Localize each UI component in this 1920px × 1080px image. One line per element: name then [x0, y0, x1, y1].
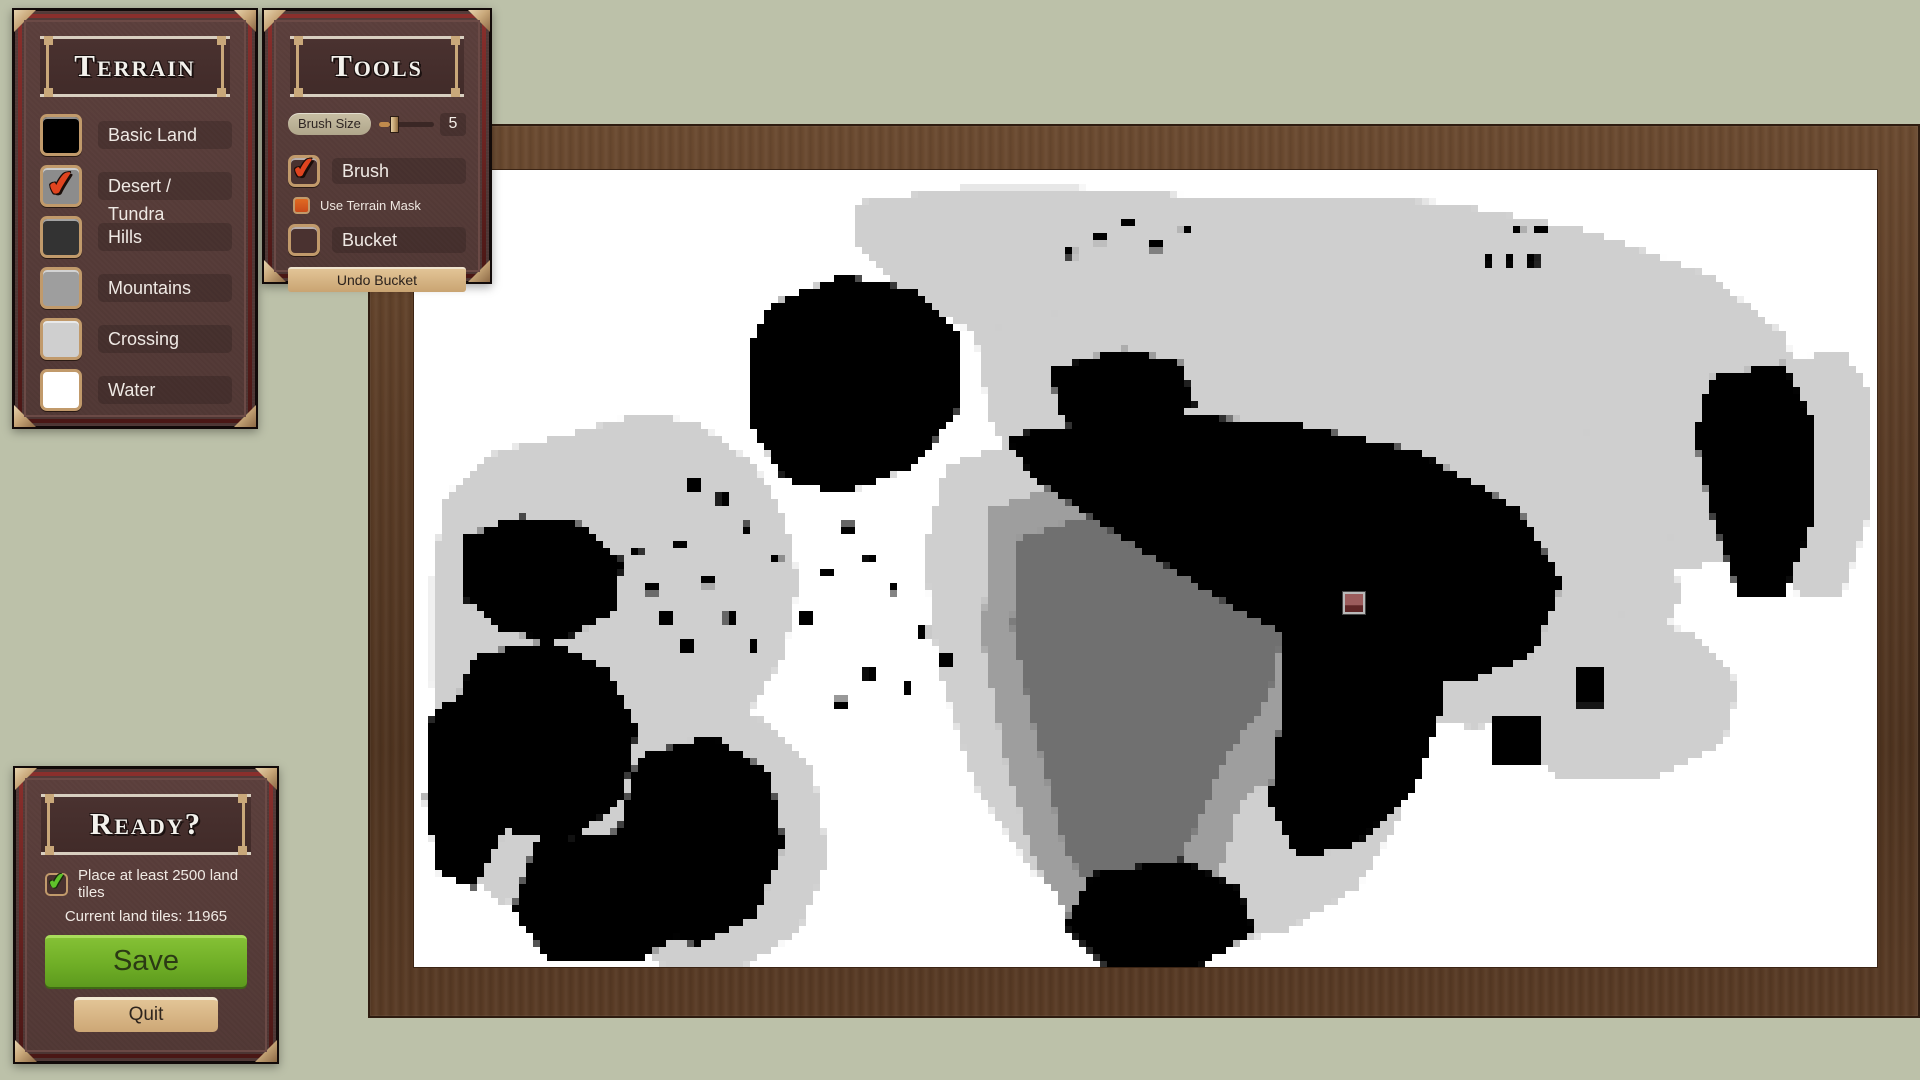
banner-tick-icon: [294, 36, 303, 45]
terrain-swatch[interactable]: [40, 317, 82, 360]
requirement-label: Place at least 2500 land tiles: [78, 867, 239, 901]
tools-title-banner: Tools: [290, 36, 464, 97]
current-land-tiles-label: Current land tiles: 11965: [64, 908, 228, 925]
terrain-swatch[interactable]: ✔: [40, 163, 82, 207]
terrain-swatch[interactable]: [40, 113, 82, 156]
banner-tick-icon: [45, 846, 54, 855]
tool-option-brush[interactable]: ✔ Brush: [288, 151, 466, 191]
banner-tick-icon: [44, 88, 53, 97]
requirement-row: ✔ Place at least 2500 land tiles: [45, 867, 253, 901]
map-canvas[interactable]: [414, 170, 1877, 967]
banner-tick-icon: [238, 794, 247, 803]
tools-panel-title: Tools: [331, 48, 423, 83]
ready-panel: Ready? ✔ Place at least 2500 land tiles …: [13, 766, 279, 1064]
map-viewport[interactable]: [413, 169, 1878, 968]
banner-tick-icon: [44, 36, 53, 45]
map-frame: [368, 124, 1920, 1018]
app-root: Terrain Basic Land ✔ Desert / Tundra Hills M…: [0, 0, 1920, 1080]
slider-fill: [378, 122, 391, 127]
terrain-list: Basic Land ✔ Desert / Tundra Hills Mountains…: [38, 109, 232, 415]
checkmark-icon: ✔: [45, 867, 68, 895]
terrain-item-label: Crossing: [98, 324, 232, 353]
banner-tick-icon: [238, 846, 247, 855]
quit-button[interactable]: Quit: [74, 997, 218, 1032]
terrain-item-label: Water: [98, 375, 232, 404]
ready-title-banner: Ready?: [41, 794, 251, 855]
terrain-item-water[interactable]: Water: [38, 364, 232, 415]
banner-tick-icon: [217, 36, 226, 45]
ready-panel-title: Ready?: [89, 806, 203, 841]
requirement-checkbox: ✔: [45, 867, 68, 896]
brush-size-row: Brush Size 5: [288, 109, 466, 139]
ready-panel-body: Ready? ✔ Place at least 2500 land tiles …: [25, 778, 267, 1052]
checkmark-icon: ✔: [290, 151, 318, 186]
terrain-panel: Terrain Basic Land ✔ Desert / Tundra Hills M…: [12, 8, 258, 429]
banner-tick-icon: [451, 36, 460, 45]
brush-size-label: Brush Size: [288, 113, 371, 135]
banner-tick-icon: [451, 88, 460, 97]
terrain-item-basic-land[interactable]: Basic Land: [38, 109, 232, 160]
terrain-swatch[interactable]: [40, 215, 82, 258]
tools-panel-body: Tools Brush Size 5 ✔ Brush Use Terrain M…: [274, 20, 480, 292]
terrain-swatch[interactable]: [40, 368, 82, 411]
tools-panel: Tools Brush Size 5 ✔ Brush Use Terrain M…: [262, 8, 492, 292]
terrain-item-label: Desert / Tundra: [98, 171, 232, 224]
tool-label-bucket: Bucket: [332, 227, 466, 253]
slider-handle[interactable]: [390, 116, 400, 133]
terrain-item-label: Mountains: [98, 273, 232, 302]
save-button[interactable]: Save: [45, 935, 247, 987]
tool-option-bucket[interactable]: Bucket: [288, 220, 466, 260]
tool-label-brush: Brush: [332, 158, 466, 184]
terrain-item-desert-tundra[interactable]: ✔ Desert / Tundra: [38, 160, 232, 224]
terrain-swatch[interactable]: [40, 266, 82, 309]
terrain-item-crossing[interactable]: Crossing: [38, 313, 232, 364]
checkmark-icon: ✔: [44, 163, 78, 205]
brush-radio[interactable]: ✔: [288, 151, 320, 187]
terrain-item-mountains[interactable]: Mountains: [38, 262, 232, 313]
banner-tick-icon: [294, 88, 303, 97]
terrain-mask-label: Use Terrain Mask: [320, 197, 421, 213]
terrain-item-label: Hills: [98, 222, 232, 251]
banner-tick-icon: [217, 88, 226, 97]
banner-tick-icon: [45, 794, 54, 803]
brush-cursor: [1343, 592, 1365, 614]
bucket-radio[interactable]: [288, 224, 320, 256]
terrain-item-label: Basic Land: [98, 120, 232, 149]
terrain-title-banner: Terrain: [40, 36, 230, 97]
terrain-mask-checkbox[interactable]: [293, 196, 310, 214]
terrain-mask-checkbox-row[interactable]: Use Terrain Mask: [288, 192, 466, 218]
undo-bucket-button[interactable]: Undo Bucket: [288, 267, 466, 292]
terrain-panel-body: Terrain Basic Land ✔ Desert / Tundra Hills M…: [24, 20, 246, 417]
terrain-panel-title: Terrain: [74, 48, 196, 83]
brush-size-slider[interactable]: [378, 114, 434, 134]
brush-size-value: 5: [440, 112, 466, 136]
